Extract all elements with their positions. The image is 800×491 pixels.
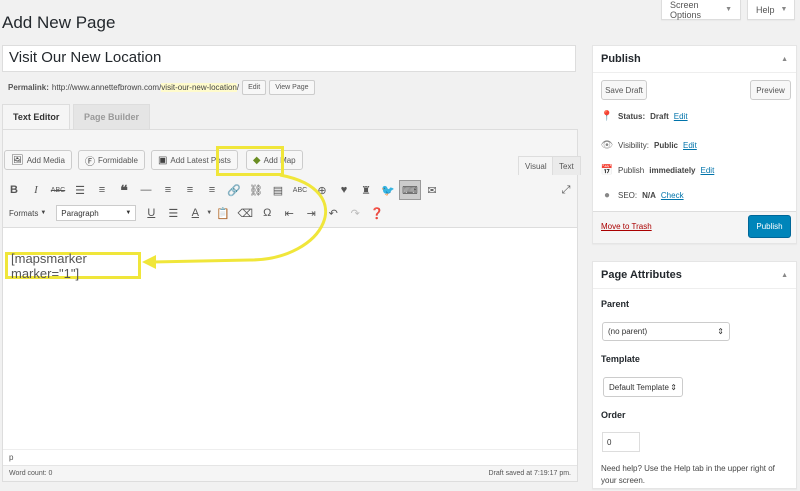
publish-value: immediately [649, 166, 696, 175]
draft-saved-status: Draft saved at 7:19:17 pm. [488, 470, 572, 477]
word-count: Word count: 0 [9, 470, 53, 477]
chevron-down-icon: ▼ [40, 210, 47, 216]
select-arrows-icon: ⇕ [717, 327, 724, 336]
collapse-icon[interactable]: ▲ [781, 56, 788, 63]
paragraph-label: Paragraph [61, 208, 99, 218]
keyboard-icon[interactable]: ⌨ [399, 180, 421, 200]
visibility-edit-link[interactable]: Edit [683, 141, 697, 150]
order-input[interactable]: 0 [602, 432, 640, 452]
publish-button[interactable]: Publish [748, 215, 791, 238]
calendar-icon: 📅 [600, 165, 614, 176]
help-tab[interactable]: Help ▼ [747, 0, 795, 20]
page-attributes-header[interactable]: Page Attributes ▲ [593, 262, 796, 289]
tab-text-editor[interactable]: Text Editor [2, 104, 71, 129]
status-row: 📍 Status: Draft Edit [601, 111, 688, 122]
redo-icon[interactable]: ↷ [344, 203, 366, 223]
element-path: p [3, 449, 577, 465]
template-select[interactable]: Default Template ⇕ [603, 377, 683, 397]
tab-text[interactable]: Text [552, 156, 581, 175]
screen-options-tab[interactable]: Screen Options ▼ [661, 0, 741, 20]
formidable-label: Formidable [97, 155, 138, 165]
permalink-label: Permalink: [8, 83, 49, 92]
chevron-down-icon: ▼ [780, 6, 788, 13]
status-edit-link[interactable]: Edit [674, 112, 688, 121]
formats-label: Formats [9, 208, 39, 218]
figure-icon[interactable]: ♜ [355, 180, 377, 200]
bold-icon[interactable]: B [3, 180, 25, 200]
seo-dot-icon: ● [603, 190, 611, 201]
help-label: Help [756, 4, 775, 15]
parent-label: Parent [601, 299, 630, 309]
bullet-list-icon[interactable]: ☰ [69, 180, 91, 200]
seo-label: SEO: [618, 191, 638, 200]
collapse-icon[interactable]: ▲ [781, 272, 788, 279]
template-label: Template [601, 354, 640, 364]
permalink-row: Permalink: http://www.annettefbrown.com/… [8, 80, 315, 95]
publish-schedule-row: 📅 Publish immediately Edit [600, 165, 715, 176]
add-media-label: Add Media [26, 155, 65, 165]
seo-check-link[interactable]: Check [661, 191, 684, 200]
tab-page-builder[interactable]: Page Builder [73, 104, 151, 129]
editor-status-bar: Word count: 0 Draft saved at 7:19:17 pm. [3, 465, 577, 481]
help-circle-icon[interactable]: ❓ [366, 203, 388, 223]
seo-row: ● SEO: N/A Check [601, 190, 684, 201]
post-title-input[interactable]: Visit Our New Location [2, 45, 576, 72]
publish-edit-link[interactable]: Edit [701, 166, 715, 175]
permalink-trail: / [236, 83, 240, 92]
fullscreen-icon[interactable]: ⤢ [555, 180, 577, 200]
formidable-button[interactable]: Ⓕ Formidable [77, 150, 145, 170]
select-arrows-icon: ⇕ [670, 382, 677, 392]
visibility-value: Public [653, 141, 678, 150]
preview-button[interactable]: Preview [750, 80, 791, 100]
formidable-icon: Ⓕ [84, 156, 95, 168]
annotation-arrow [142, 173, 327, 269]
publish-box-title: Publish [601, 53, 641, 65]
template-select-value: Default Template [609, 382, 669, 392]
posts-icon: ▣ [157, 154, 168, 166]
visibility-label: Visibility: [618, 141, 649, 150]
parent-select-value: (no parent) [608, 327, 648, 336]
publish-label: Publish [618, 166, 645, 175]
italic-icon[interactable]: I [25, 180, 47, 200]
page-title: Add New Page [2, 13, 116, 32]
page-attributes-box: Page Attributes ▲ [592, 261, 797, 489]
eye-icon: 👁 [600, 140, 614, 151]
chevron-down-icon: ▼ [725, 6, 732, 13]
mapsmarker-shortcode[interactable]: [mapsmarker marker="1"] [5, 251, 141, 281]
add-media-button[interactable]: 🖼 Add Media [4, 150, 72, 170]
page-attributes-title: Page Attributes [601, 269, 682, 281]
page-attributes-help: Need help? Use the Help tab in the upper… [601, 464, 775, 485]
strikethrough-icon[interactable]: ABC [47, 180, 69, 200]
seo-value: N/A [642, 191, 656, 200]
email-icon[interactable]: ✉ [421, 180, 443, 200]
pin-icon: 📍 [600, 111, 614, 122]
parent-select[interactable]: (no parent) ⇕ [602, 322, 730, 341]
visibility-row: 👁 Visibility: Public Edit [601, 140, 697, 151]
permalink-edit-button[interactable]: Edit [242, 80, 267, 95]
tab-visual[interactable]: Visual [518, 156, 554, 175]
permalink-base: http://www.annettefbrown.com/ [51, 83, 162, 92]
publish-box-header[interactable]: Publish ▲ [593, 46, 796, 73]
move-to-trash-link[interactable]: Move to Trash [601, 222, 652, 231]
numbered-list-icon[interactable]: ≡ [91, 180, 113, 200]
save-draft-button[interactable]: Save Draft [601, 80, 647, 100]
status-value: Draft [650, 112, 669, 121]
screen-options-label: Screen Options [670, 0, 702, 20]
permalink-slug[interactable]: visit-our-new-location [161, 83, 237, 92]
twitter-icon[interactable]: 🐦 [377, 180, 399, 200]
media-icon: 🖼 [11, 154, 24, 166]
paragraph-select[interactable]: Paragraph ▼ [56, 205, 137, 221]
status-label: Status: [618, 112, 646, 121]
formats-dropdown[interactable]: Formats ▼ [3, 209, 52, 218]
order-label: Order [601, 410, 626, 420]
view-page-button[interactable]: View Page [269, 80, 315, 95]
